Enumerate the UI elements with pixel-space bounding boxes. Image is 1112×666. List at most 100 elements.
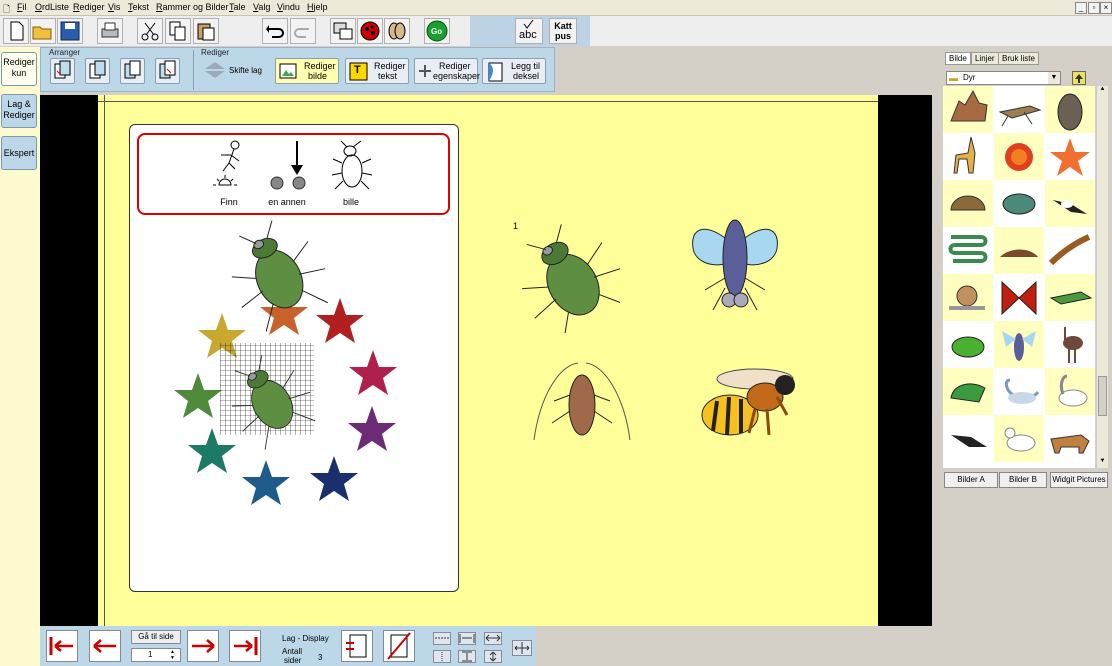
- picture-item[interactable]: [1045, 133, 1095, 180]
- spell-check-button[interactable]: abc: [515, 18, 543, 44]
- save-button[interactable]: [57, 18, 83, 44]
- add-page-button[interactable]: [341, 630, 373, 662]
- picture-item[interactable]: [994, 368, 1044, 415]
- stretch-height-button[interactable]: [484, 650, 502, 663]
- frame-layers-button[interactable]: [330, 18, 356, 44]
- new-document-icon: [10, 21, 24, 41]
- page-number-spinner[interactable]: 1 ▲ ▼: [131, 648, 181, 662]
- menu-tekst[interactable]: Tekst: [128, 2, 149, 12]
- rediger-bilde-button[interactable]: Rediger bilde: [275, 58, 339, 84]
- tab-bruk-liste[interactable]: Bruk liste: [998, 52, 1039, 65]
- goto-page-button[interactable]: Gå til side: [131, 630, 181, 644]
- picture-item[interactable]: [943, 368, 993, 415]
- rediger-egenskaper-button[interactable]: Rediger egenskaper: [414, 58, 480, 84]
- menu-rammer-og-bilder[interactable]: Rammer og Bilder: [156, 2, 229, 12]
- cat-button[interactable]: Katt pus: [549, 18, 577, 44]
- star-circle-graphic[interactable]: [160, 215, 420, 525]
- menu-rediger[interactable]: Rediger: [73, 2, 105, 12]
- fit-height-button[interactable]: [458, 650, 476, 663]
- picture-item[interactable]: [943, 321, 993, 368]
- menu-tale[interactable]: Tale: [229, 2, 246, 12]
- restore-icon[interactable]: ▫: [1088, 2, 1100, 14]
- bilder-a-button[interactable]: Bilder A: [944, 472, 998, 488]
- redo-button[interactable]: [290, 18, 316, 44]
- cockroach-picture[interactable]: [530, 355, 635, 445]
- stretch-width-button[interactable]: [484, 632, 502, 645]
- menu-vindu[interactable]: Vindu: [277, 2, 300, 12]
- folder-up-button[interactable]: [1072, 71, 1086, 85]
- delete-page-button[interactable]: [383, 630, 415, 662]
- spinner-arrows-icon[interactable]: ▲ ▼: [170, 649, 175, 661]
- picture-scrollbar[interactable]: ▲ ▼: [1096, 86, 1108, 468]
- green-beetle-picture[interactable]: [510, 218, 620, 333]
- symbols-button[interactable]: [384, 18, 410, 44]
- picture-item[interactable]: [1045, 321, 1095, 368]
- legg-til-deksel-button[interactable]: Legg til deksel: [482, 58, 546, 84]
- picture-item[interactable]: [943, 274, 993, 321]
- picture-item[interactable]: [1045, 274, 1095, 321]
- picture-item[interactable]: [994, 180, 1044, 227]
- widgit-pictures-button[interactable]: Widgit Pictures: [1050, 472, 1108, 488]
- ladybird-button[interactable]: [357, 18, 383, 44]
- bilder-b-button[interactable]: Bilder B: [999, 472, 1047, 488]
- close-icon[interactable]: ×: [1100, 2, 1112, 14]
- bring-forward-button[interactable]: [85, 58, 110, 84]
- menu-ordliste[interactable]: OrdListe: [35, 2, 69, 12]
- picture-item[interactable]: [994, 227, 1044, 274]
- go-button[interactable]: Go: [424, 18, 450, 44]
- open-button[interactable]: [30, 18, 56, 44]
- menu-vis[interactable]: Vis: [108, 2, 120, 12]
- picture-item[interactable]: [1045, 368, 1095, 415]
- send-backward-button[interactable]: [120, 58, 145, 84]
- folder-select[interactable]: ▬ Dyr ▼: [946, 71, 1061, 85]
- mode-ekspert-button[interactable]: Ekspert: [1, 136, 37, 170]
- undo-button[interactable]: [262, 18, 288, 44]
- copy-button[interactable]: [165, 18, 191, 44]
- tab-bilde[interactable]: Bilde: [945, 52, 971, 65]
- align-dashed-button[interactable]: [433, 632, 451, 645]
- cut-button[interactable]: [137, 18, 163, 44]
- scroll-thumb[interactable]: [1098, 376, 1107, 416]
- picture-item[interactable]: [943, 415, 993, 462]
- picture-item[interactable]: [994, 86, 1044, 133]
- paste-button[interactable]: [193, 18, 219, 44]
- picture-item[interactable]: [994, 133, 1044, 180]
- new-document-button[interactable]: [3, 18, 29, 44]
- scroll-up-icon[interactable]: ▲: [1098, 86, 1107, 96]
- picture-item[interactable]: [1045, 415, 1095, 462]
- skifte-lag-button[interactable]: Skifte lag: [203, 60, 262, 82]
- picture-item[interactable]: [943, 180, 993, 227]
- picture-item[interactable]: [994, 274, 1044, 321]
- chevron-down-icon[interactable]: ▼: [1048, 72, 1060, 84]
- fly-picture[interactable]: [685, 208, 785, 333]
- bring-to-front-button[interactable]: [50, 58, 75, 84]
- picture-item[interactable]: [1045, 180, 1095, 227]
- symbol-sentence-frame[interactable]: Finn en annen bille: [137, 133, 450, 215]
- rediger-tekst-button[interactable]: T Rediger tekst: [345, 58, 409, 84]
- next-page-button[interactable]: [187, 630, 219, 662]
- first-page-button[interactable]: [46, 630, 78, 662]
- picture-item[interactable]: [943, 227, 993, 274]
- mode-rediger-kun-button[interactable]: Rediger kun: [1, 52, 37, 86]
- send-to-back-button[interactable]: [155, 58, 180, 84]
- previous-page-button[interactable]: [89, 630, 121, 662]
- picture-item[interactable]: [943, 86, 993, 133]
- bee-picture[interactable]: [695, 357, 805, 452]
- mode-lag-rediger-button[interactable]: Lag & Rediger: [1, 94, 37, 128]
- tab-linjer[interactable]: Linjer: [971, 52, 999, 65]
- menu-valg[interactable]: Valg: [253, 2, 270, 12]
- minimize-icon[interactable]: _: [1075, 2, 1087, 14]
- last-page-button[interactable]: [229, 630, 261, 662]
- scroll-down-icon[interactable]: ▼: [1098, 458, 1107, 468]
- menu-fil[interactable]: Fil: [17, 2, 27, 12]
- picture-item[interactable]: [994, 321, 1044, 368]
- picture-item[interactable]: [994, 415, 1044, 462]
- picture-item[interactable]: [1045, 86, 1095, 133]
- fit-width-button[interactable]: [458, 632, 476, 645]
- picture-item[interactable]: [1045, 227, 1095, 274]
- align-dotted-button[interactable]: [433, 650, 451, 663]
- stretch-both-button[interactable]: [512, 640, 532, 656]
- print-button[interactable]: [97, 18, 123, 44]
- menu-hjelp[interactable]: Hjelp: [307, 2, 328, 12]
- picture-item[interactable]: [943, 133, 993, 180]
